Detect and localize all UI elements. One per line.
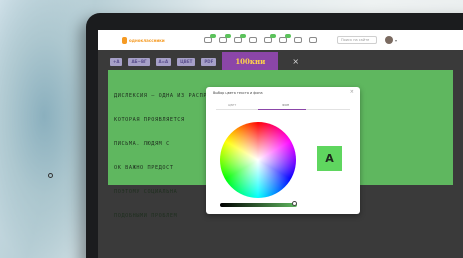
badge bbox=[285, 34, 291, 38]
badge bbox=[210, 34, 216, 38]
slider-handle[interactable] bbox=[292, 201, 297, 206]
ok-logo-icon bbox=[122, 36, 127, 44]
dialog-title: Выбор цвета текста и фона bbox=[213, 91, 263, 95]
header-nav bbox=[204, 34, 317, 43]
color-picker-dialog: Выбор цвета текста и фона × ЦВЕТ ФОН A bbox=[206, 87, 360, 214]
search-input[interactable]: Поиск на сайте bbox=[337, 36, 377, 44]
active-tab-indicator bbox=[258, 109, 306, 110]
badge bbox=[225, 34, 231, 38]
color-button[interactable]: ЦВЕТ bbox=[177, 57, 196, 66]
logo-text: одноклассники bbox=[129, 37, 165, 43]
line-height-button[interactable]: A=A bbox=[155, 57, 172, 66]
tab-text-color[interactable]: ЦВЕТ bbox=[228, 103, 236, 107]
friends-icon[interactable] bbox=[279, 34, 291, 43]
close-icon[interactable]: × bbox=[350, 89, 354, 95]
chevron-down-icon[interactable]: ▾ bbox=[395, 38, 397, 43]
accessibility-toolbar: +A АБ~ВГ A=A ЦВЕТ PDF 100кни × bbox=[106, 52, 461, 71]
site-logo[interactable]: одноклассники bbox=[122, 36, 182, 44]
color-wheel[interactable] bbox=[220, 122, 296, 198]
dialog-tabs: ЦВЕТ ФОН bbox=[216, 101, 350, 110]
brightness-slider[interactable] bbox=[220, 203, 297, 207]
avatar[interactable] bbox=[385, 36, 393, 44]
messages-icon[interactable] bbox=[204, 34, 216, 43]
badge bbox=[240, 34, 246, 38]
video-icon[interactable] bbox=[294, 37, 302, 43]
font-size-increase-button[interactable]: +A bbox=[110, 57, 123, 66]
music-icon[interactable] bbox=[309, 37, 317, 43]
ad-banner[interactable]: 100кни bbox=[222, 52, 279, 71]
pdf-button[interactable]: PDF bbox=[201, 57, 217, 66]
notifications-icon[interactable] bbox=[234, 34, 246, 43]
tab-background-color[interactable]: ФОН bbox=[282, 103, 289, 107]
color-preview: A bbox=[317, 146, 342, 171]
discussions-icon[interactable] bbox=[219, 34, 231, 43]
events-icon[interactable] bbox=[264, 34, 276, 43]
close-icon[interactable]: × bbox=[292, 57, 299, 66]
guests-icon[interactable] bbox=[249, 37, 257, 43]
site-header: одноклассники Поиск на сайте ▾ bbox=[98, 30, 463, 50]
color-wheel-handle[interactable] bbox=[48, 173, 53, 178]
letter-spacing-button[interactable]: АБ~ВГ bbox=[128, 57, 150, 66]
badge bbox=[270, 34, 276, 38]
